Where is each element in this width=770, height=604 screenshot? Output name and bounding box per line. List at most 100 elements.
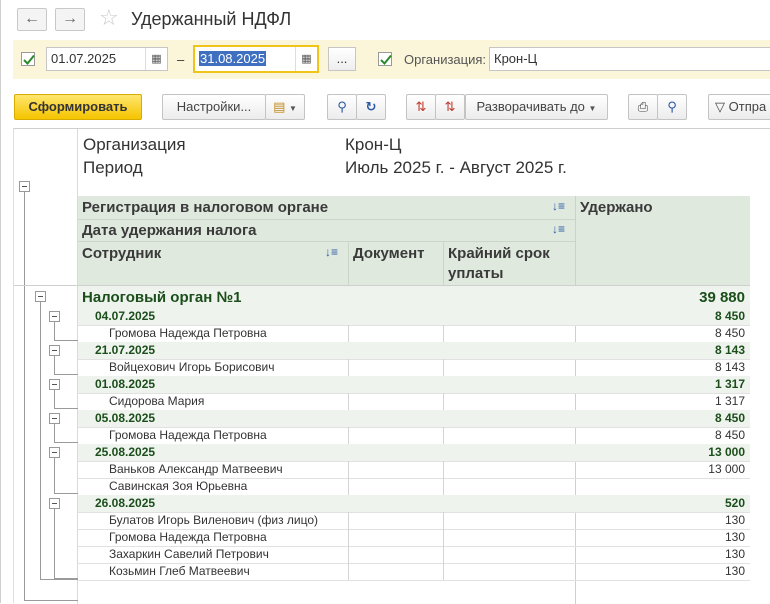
sort-desc-button[interactable]: ⇅ <box>435 94 465 120</box>
report-window: ← → ☆ Удержанный НДФЛ 01.07.2025 ▦ – 31.… <box>0 0 770 604</box>
date-group-row-bg <box>78 308 750 325</box>
collapse-toggle[interactable] <box>35 291 46 302</box>
tree-line <box>54 442 78 443</box>
collapse-toggle[interactable] <box>49 311 60 322</box>
sort-asc-button[interactable]: ⇅ <box>406 94 436 120</box>
collapse-toggle[interactable] <box>49 498 60 509</box>
org-checkbox[interactable] <box>378 52 392 66</box>
cell-gridline <box>348 512 349 529</box>
date-group-total: 13 000 <box>708 445 745 459</box>
chevron-down-icon: ▼ <box>588 104 597 113</box>
date-group-label: 05.08.2025 <box>95 411 156 425</box>
tree-line <box>54 493 78 494</box>
date-group-label: 04.07.2025 <box>95 309 156 323</box>
settings-button[interactable]: Настройки... <box>162 94 266 120</box>
withheld-amount: 130 <box>724 547 745 561</box>
col-header-date[interactable]: Дата удержания налога <box>82 222 257 239</box>
search-button[interactable]: ⚲ <box>327 94 357 120</box>
preview-button[interactable]: ⚲ <box>657 94 687 120</box>
withheld-amount: 130 <box>724 564 745 578</box>
cell-gridline <box>348 359 349 376</box>
arrow-left-icon: ← <box>24 10 40 27</box>
tree-line <box>54 374 78 375</box>
employee-name: Козьмин Глеб Матвеевич <box>109 564 250 578</box>
group-title: Налоговый орган №1 <box>82 289 242 306</box>
date-from-value: 01.07.2025 <box>51 51 117 66</box>
employee-name: Громова Надежда Петровна <box>109 530 267 544</box>
sort-icon[interactable]: ↓≡ <box>552 222 565 236</box>
generate-button[interactable]: Сформировать <box>14 94 142 120</box>
date-group-row-bg <box>78 410 750 427</box>
tree-line <box>24 192 25 601</box>
tree-line <box>54 356 55 374</box>
cell-gridline <box>443 546 444 563</box>
calendar-icon[interactable]: ▦ <box>145 48 167 70</box>
col-header-employee[interactable]: Сотрудник <box>82 245 161 262</box>
row-gridline <box>78 580 750 581</box>
date-group-row-bg <box>78 444 750 461</box>
withheld-amount: 8 450 <box>714 428 745 442</box>
collapse-toggle[interactable] <box>49 447 60 458</box>
search-next-button[interactable]: ↻ <box>356 94 386 120</box>
cell-gridline <box>348 546 349 563</box>
cell-gridline <box>348 393 349 410</box>
expand-to-dropdown[interactable]: Разворачивать до ▼ <box>465 94 608 120</box>
cell-gridline <box>348 325 349 342</box>
date-from-field[interactable]: 01.07.2025 ▦ <box>46 47 168 71</box>
header-gridline <box>78 219 576 220</box>
employee-name: Громова Надежда Петровна <box>109 326 267 340</box>
withheld-amount: 1 317 <box>714 394 745 408</box>
tree-line <box>54 424 55 442</box>
forward-button[interactable]: → <box>55 8 85 31</box>
collapse-toggle[interactable] <box>49 345 60 356</box>
check-icon <box>23 54 35 65</box>
date-group-row-bg <box>78 376 750 393</box>
date-group-label: 01.08.2025 <box>95 377 156 391</box>
print-button[interactable]: ⎙ <box>628 94 658 120</box>
favorite-star-icon[interactable]: ☆ <box>99 6 119 30</box>
sort-icon[interactable]: ↓≡ <box>325 245 338 259</box>
cell-gridline <box>443 478 444 495</box>
col-header-withheld[interactable]: Удержано <box>580 199 653 216</box>
tree-line <box>54 578 78 579</box>
preview-icon: ⚲ <box>667 99 677 114</box>
withheld-amount: 8 143 <box>714 360 745 374</box>
col-header-registration[interactable]: Регистрация в налоговом органе <box>82 199 328 216</box>
date-to-field[interactable]: 31.08.2025 ▦ <box>193 45 319 73</box>
employee-name: Громова Надежда Петровна <box>109 428 267 442</box>
sort-asc-icon: ⇅ <box>415 99 427 114</box>
col-header-deadline[interactable]: Крайний срок <box>448 245 550 262</box>
collapse-toggle[interactable] <box>49 379 60 390</box>
tree-line <box>54 340 78 341</box>
header-gridline <box>443 241 444 285</box>
date-from-checkbox[interactable] <box>21 52 35 66</box>
back-button[interactable]: ← <box>17 8 47 31</box>
cell-gridline <box>443 325 444 342</box>
period-select-button[interactable]: ... <box>328 47 356 71</box>
tree-line <box>40 579 78 580</box>
page-title: Удержанный НДФЛ <box>131 9 292 29</box>
calendar-icon[interactable]: ▦ <box>295 47 317 71</box>
tree-line <box>54 458 55 493</box>
withheld-amount: 130 <box>724 513 745 527</box>
report-spreadsheet[interactable]: Организация Крон-Ц Период Июль 2025 г. -… <box>13 128 770 604</box>
date-group-total: 1 317 <box>714 377 745 391</box>
tree-line <box>54 408 78 409</box>
date-group-total: 8 143 <box>714 343 745 357</box>
date-group-label: 26.08.2025 <box>95 496 156 510</box>
org-value-text: Крон-Ц <box>345 135 402 154</box>
collapse-toggle[interactable] <box>49 413 60 424</box>
cell-gridline <box>348 427 349 444</box>
col-header-deadline-2: уплаты <box>448 265 504 282</box>
sort-icon[interactable]: ↓≡ <box>552 199 565 213</box>
send-label: Отпра <box>728 99 767 114</box>
col-header-document[interactable]: Документ <box>353 245 425 262</box>
variants-dropdown[interactable]: ▤ ▼ <box>265 94 305 120</box>
withheld-amount: 8 450 <box>714 326 745 340</box>
date-group-total: 8 450 <box>714 309 745 323</box>
header-gridline <box>348 241 349 285</box>
send-button[interactable]: ▽ Отпра <box>708 94 770 120</box>
org-value: Крон-Ц <box>494 51 538 66</box>
collapse-toggle[interactable] <box>19 181 30 192</box>
org-field[interactable]: Крон-Ц <box>489 47 770 71</box>
